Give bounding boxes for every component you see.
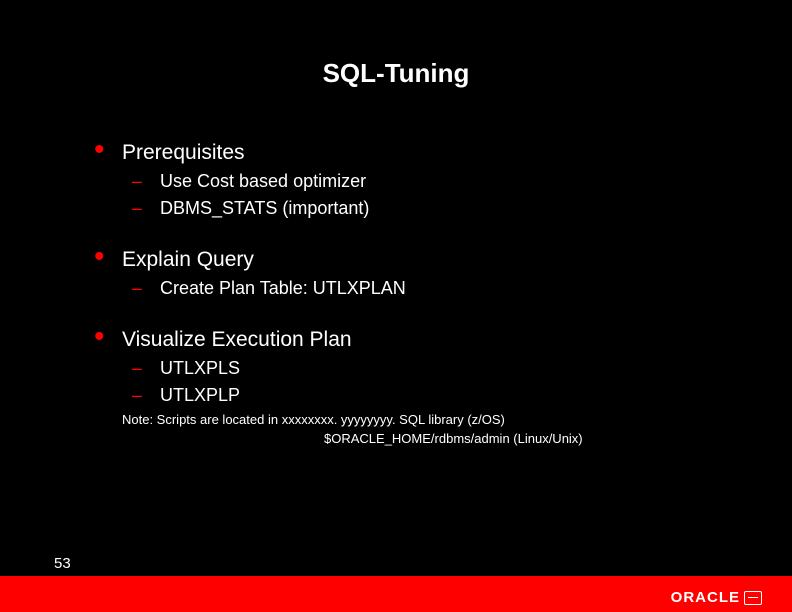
bullet-dot-icon: • [94,327,122,347]
bullet-text: Explain Query [122,248,254,272]
note-oracle-home: $ORACLE_HOME/rdbms/admin (Linux/Unix) [324,431,732,446]
slide: SQL-Tuning • Prerequisites – Use Cost ba… [0,0,792,612]
page-number: 53 [54,555,71,572]
slide-title: SQL-Tuning [0,0,792,89]
subbullet-text: DBMS_STATS (important) [160,198,369,219]
logo-text: ORACLE [671,589,740,606]
subbullet-dbms-stats: – DBMS_STATS (important) [132,198,732,219]
dash-icon: – [132,358,160,379]
subbullet-text: Create Plan Table: UTLXPLAN [160,278,406,299]
bullet-visualize-plan: • Visualize Execution Plan [94,327,732,352]
subbullet-text: UTLXPLP [160,385,240,406]
bullet-dot-icon: • [94,140,122,160]
bullet-text: Visualize Execution Plan [122,328,352,352]
bullet-dot-icon: • [94,247,122,267]
subbullet-utlxplp: – UTLXPLP [132,385,732,406]
dash-icon: – [132,278,160,299]
subbullet-text: Use Cost based optimizer [160,171,366,192]
dash-icon: – [132,198,160,219]
note-scripts-location: Note: Scripts are located in xxxxxxxx. y… [122,412,732,427]
bullet-text: Prerequisites [122,141,245,165]
database-icon [744,591,762,605]
oracle-logo: ORACLE [671,589,762,606]
subbullet-plan-table: – Create Plan Table: UTLXPLAN [132,278,732,299]
dash-icon: – [132,385,160,406]
bullet-explain-query: • Explain Query [94,247,732,272]
slide-content: • Prerequisites – Use Cost based optimiz… [94,140,732,446]
subbullet-utlxpls: – UTLXPLS [132,358,732,379]
dash-icon: – [132,171,160,192]
subbullet-text: UTLXPLS [160,358,240,379]
bullet-prerequisites: • Prerequisites [94,140,732,165]
subbullet-cost-optimizer: – Use Cost based optimizer [132,171,732,192]
footer-bar: ORACLE [0,576,792,612]
